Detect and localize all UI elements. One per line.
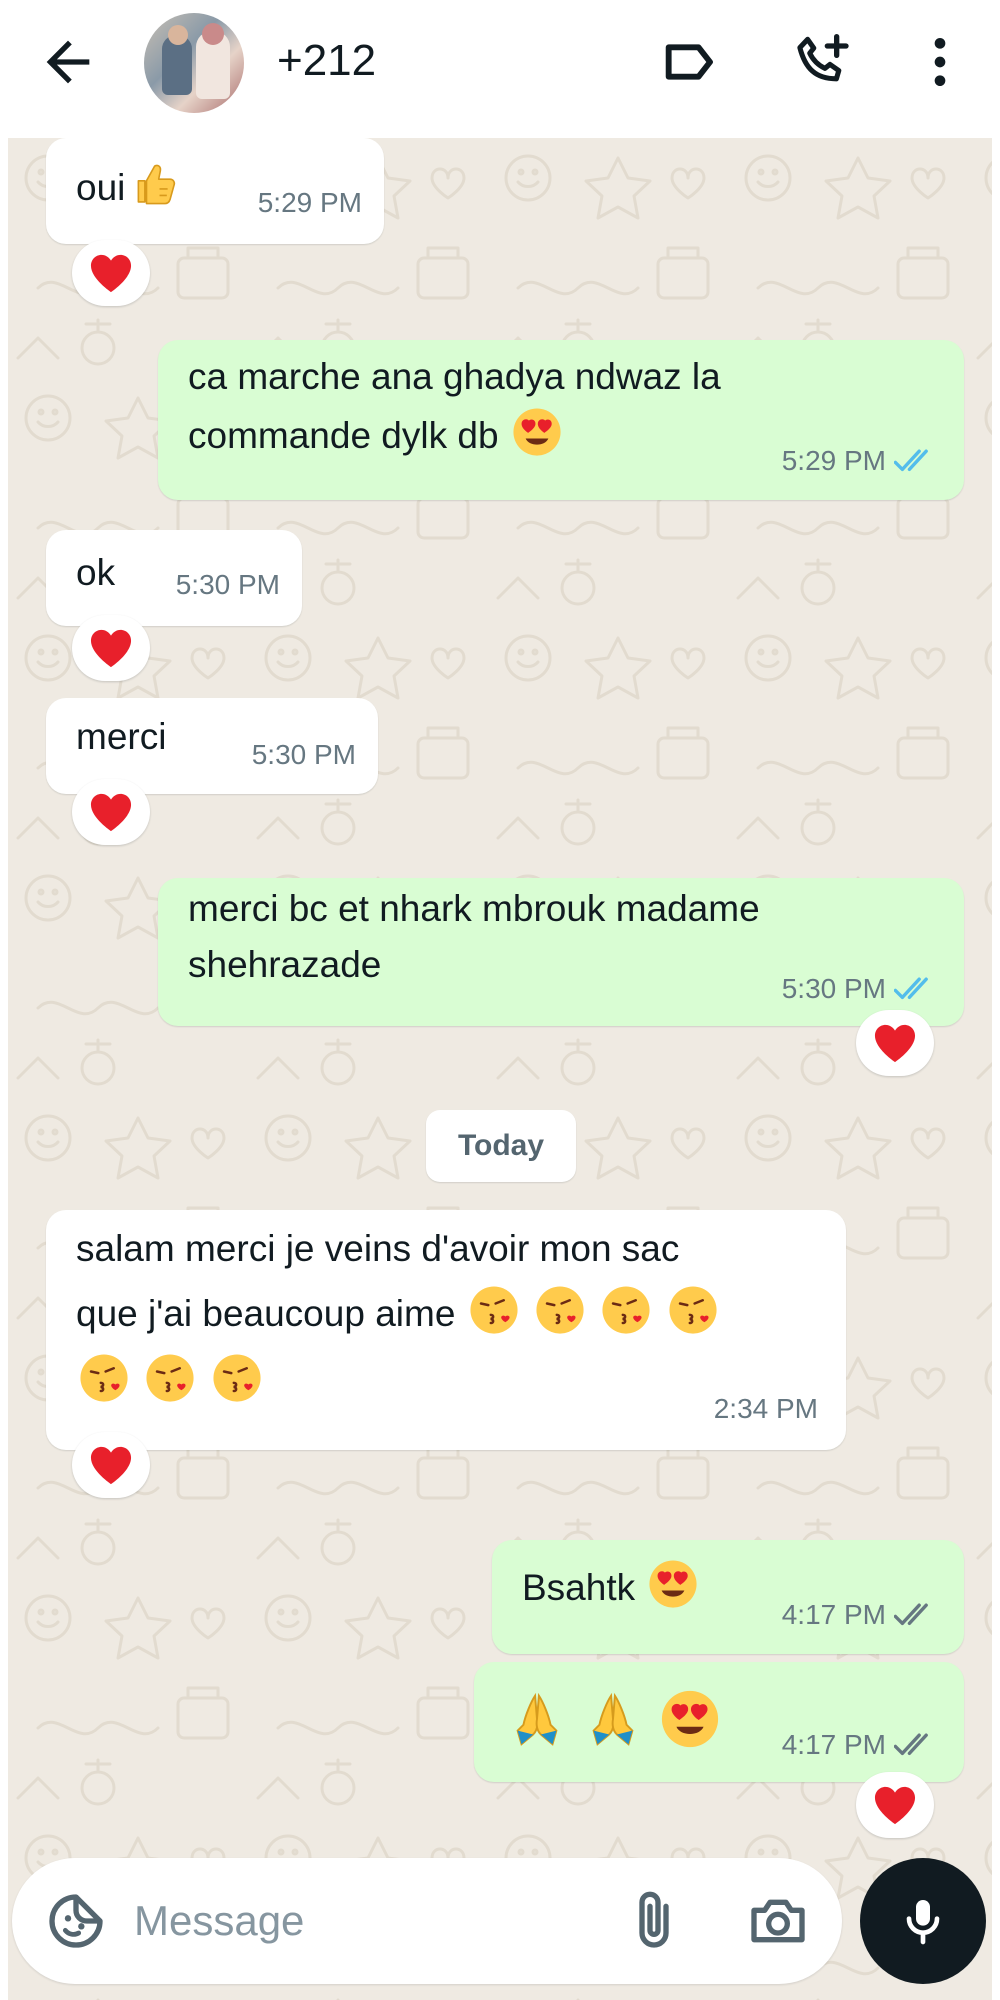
message-time: 5:30 PM (781, 973, 886, 1004)
voice-record-button[interactable] (860, 1858, 986, 1984)
message-text-line1: salam merci je veins d'avoir mon sac (76, 1228, 680, 1269)
message-time: 5:29 PM (257, 187, 362, 218)
read-ticks-icon (894, 977, 928, 1000)
delivered-ticks-icon (894, 1603, 928, 1626)
message-text-line1: ca marche ana ghadya ndwaz la (188, 356, 721, 397)
back-arrow-icon[interactable] (36, 30, 100, 94)
attach-icon[interactable] (622, 1889, 686, 1953)
message-text-line1: merci bc et nhark mbrouk madame (188, 888, 760, 929)
kiss-emoji (602, 1286, 650, 1334)
kiss-emoji (146, 1354, 194, 1402)
chat-area[interactable]: oui 5:29 PM ca marche ana ghadya ndwaz l… (8, 138, 992, 2000)
thumbs-up-emoji (137, 164, 176, 205)
red-heart-icon (874, 1786, 916, 1825)
add-call-icon[interactable] (790, 30, 854, 94)
message-outgoing[interactable]: ca marche ana ghadya ndwaz la commande d… (158, 340, 964, 500)
kiss-emoji (213, 1354, 261, 1402)
reaction-badge[interactable] (72, 240, 150, 306)
kiss-emoji (536, 1286, 584, 1334)
folded-hands-emoji (592, 1692, 634, 1746)
delivered-ticks-icon (894, 1733, 928, 1756)
reaction-badge[interactable] (856, 1010, 934, 1076)
red-heart-icon (90, 1446, 132, 1485)
kiss-emoji (668, 1286, 717, 1334)
message-text-line2: shehrazade (188, 944, 382, 985)
more-vertical-icon[interactable] (908, 30, 972, 94)
date-divider: Today (426, 1110, 576, 1182)
message-text: ok (76, 552, 116, 593)
kiss-emoji (470, 1286, 518, 1334)
message-input[interactable] (134, 1888, 554, 1954)
message-outgoing[interactable]: Bsahtk 4:17 PM (492, 1540, 964, 1654)
mic-icon (906, 1900, 940, 1945)
message-outgoing[interactable]: merci bc et nhark mbrouk madame shehraza… (158, 878, 964, 1026)
reaction-badge[interactable] (72, 1432, 150, 1498)
kiss-emoji (80, 1354, 128, 1402)
read-ticks-icon (894, 449, 928, 472)
message-time: 5:30 PM (175, 569, 280, 600)
message-outgoing[interactable]: 4:17 PM (474, 1662, 964, 1782)
message-time: 4:17 PM (781, 1599, 886, 1630)
message-incoming[interactable]: ok 5:30 PM (46, 530, 302, 626)
message-text: merci (76, 716, 167, 757)
chat-header: +212 (0, 0, 1000, 126)
camera-icon[interactable] (746, 1889, 810, 1953)
red-heart-icon (90, 629, 132, 668)
reaction-badge[interactable] (856, 1772, 934, 1838)
heart-eyes-emoji (661, 1690, 718, 1748)
message-incoming[interactable]: salam merci je veins d'avoir mon sac que… (46, 1210, 846, 1450)
emoji-group (504, 1688, 723, 1757)
sticker-icon[interactable] (44, 1889, 108, 1953)
message-text: Bsahtk (522, 1567, 636, 1608)
red-heart-icon (90, 254, 132, 293)
red-heart-icon (874, 1024, 916, 1063)
kiss-emoji-group (466, 1286, 721, 1334)
message-time: 4:17 PM (781, 1729, 886, 1760)
heart-eyes-emoji (649, 1560, 697, 1608)
message-text-line2: commande dylk db (188, 415, 499, 456)
heart-eyes-emoji (513, 408, 561, 456)
contact-avatar[interactable] (144, 13, 244, 113)
message-time: 2:34 PM (713, 1393, 818, 1424)
folded-hands-emoji (516, 1692, 558, 1746)
message-text: oui (76, 167, 126, 208)
kiss-emoji-group (76, 1352, 265, 1411)
message-text-line2: que j'ai beaucoup aime (76, 1293, 456, 1334)
message-time: 5:30 PM (251, 739, 356, 770)
message-time: 5:29 PM (781, 445, 886, 476)
red-heart-icon (90, 793, 132, 832)
contact-name[interactable]: +212 (277, 36, 376, 86)
reaction-badge[interactable] (72, 779, 150, 845)
message-composer (12, 1858, 842, 1984)
label-icon[interactable] (658, 30, 722, 94)
reaction-badge[interactable] (72, 615, 150, 681)
message-incoming[interactable]: oui 5:29 PM (46, 138, 384, 244)
